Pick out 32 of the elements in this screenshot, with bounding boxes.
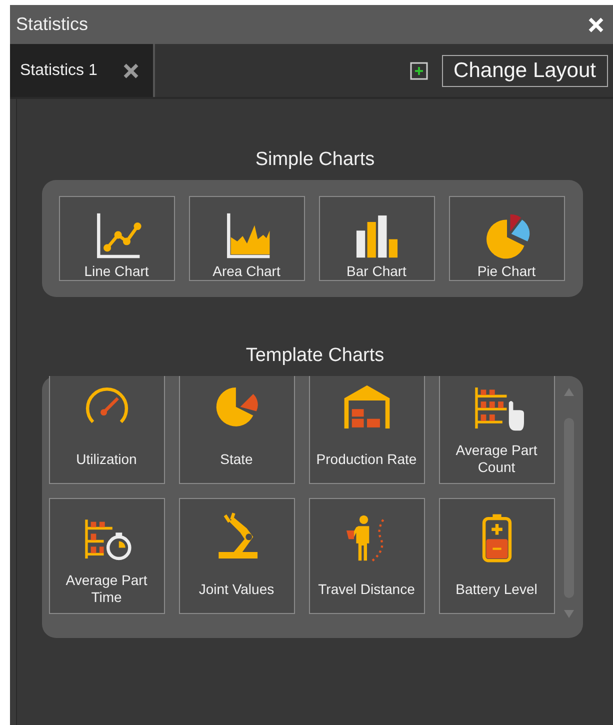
- bar-chart-icon: [356, 215, 398, 258]
- chart-type-button[interactable]: Joint Values: [178, 498, 294, 614]
- pie-chart-icon: [486, 214, 530, 259]
- battery-icon: [482, 514, 512, 562]
- add-icon[interactable]: [410, 62, 428, 80]
- chart-type-button[interactable]: Average Part Count: [438, 376, 554, 484]
- gauge-icon: [85, 388, 128, 424]
- pie-chart-icon: [216, 387, 258, 426]
- change-layout-button[interactable]: Change Layout: [442, 54, 608, 86]
- chart-type-button[interactable]: Area Chart: [188, 196, 304, 281]
- robot-arm-icon: [218, 512, 258, 559]
- walking-person-icon: [346, 515, 384, 562]
- close-tab-icon[interactable]: [123, 62, 140, 78]
- chart-type-button[interactable]: Travel Distance: [308, 498, 424, 614]
- chart-type-button[interactable]: Utilization: [48, 376, 164, 484]
- area-chart-icon: [226, 213, 270, 258]
- chart-type-button[interactable]: Bar Chart: [318, 196, 434, 281]
- close-button[interactable]: [587, 16, 605, 34]
- chart-type-button[interactable]: Pie Chart: [448, 196, 564, 281]
- chart-type-button[interactable]: Average Part Time: [48, 498, 164, 614]
- shelf-with-stopwatch-icon: [84, 518, 131, 560]
- section-heading: Simple Charts: [255, 149, 375, 171]
- chart-type-button[interactable]: Production Rate: [308, 376, 424, 484]
- line-chart-icon: [96, 213, 141, 258]
- warehouse-icon: [344, 385, 390, 429]
- section-heading: Template Charts: [246, 345, 384, 367]
- chart-type-button[interactable]: State: [178, 376, 294, 484]
- window-title: Statistics: [16, 14, 88, 35]
- chart-type-button[interactable]: Battery Level: [438, 498, 554, 614]
- shelf-with-hand-icon: [474, 386, 524, 431]
- tab[interactable]: Statistics 1: [10, 44, 156, 97]
- chart-type-button[interactable]: Line Chart: [58, 196, 174, 281]
